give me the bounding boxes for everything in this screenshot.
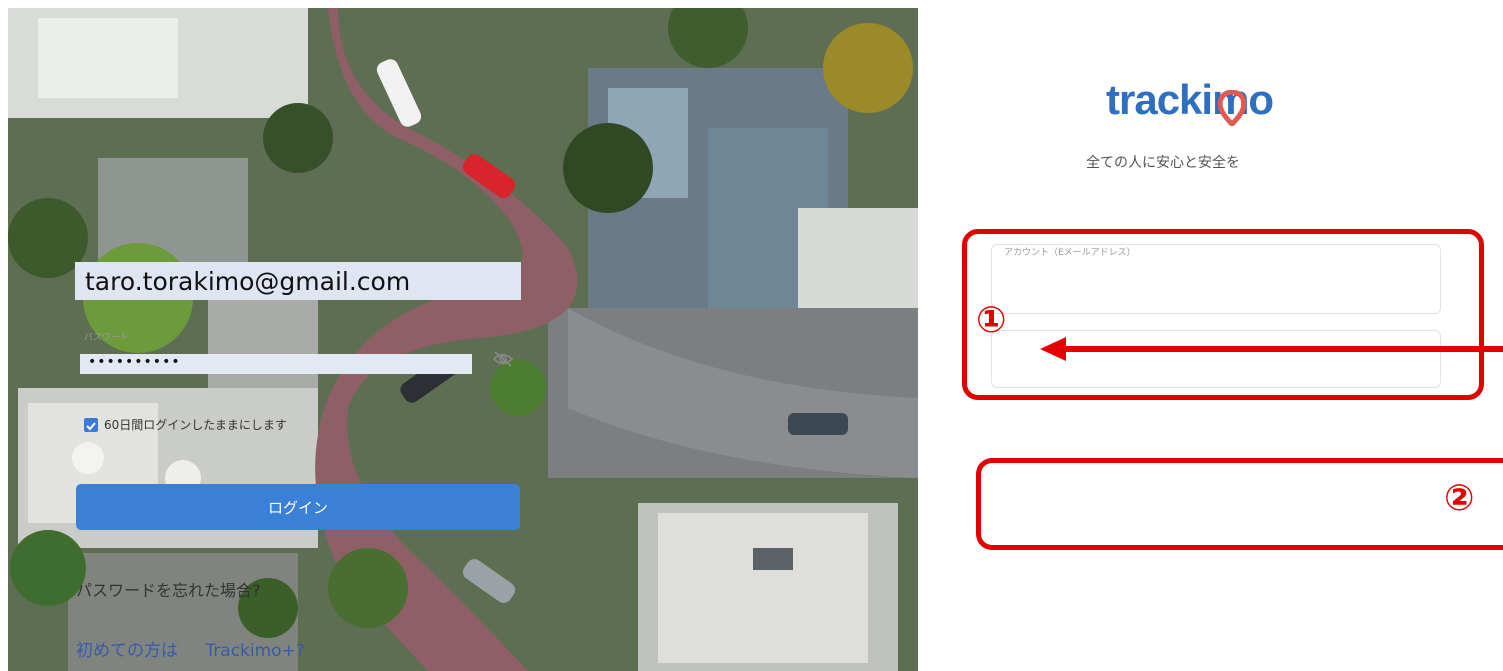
annotation-box-step1 [962,229,1484,400]
annotation-step1-number: ① [976,300,1007,341]
eye-slash-icon[interactable] [492,350,514,368]
remember-checkbox[interactable] [84,418,98,432]
checkmark-icon [86,422,96,431]
forgot-password-link[interactable]: パスワードを忘れた場合? [76,577,261,601]
signup-prefix: 初めての方は [76,641,178,661]
location-pin-icon [1218,90,1246,126]
tagline: 全ての人に安心と安全を [1086,155,1240,171]
annotation-arrow-icon [1040,337,1503,361]
trackimo-logo: trackimo [1106,76,1274,123]
annotation-step2-number: ② [1444,478,1475,519]
login-button[interactable]: ログイン [76,484,520,530]
password-label: パスワード [84,333,130,343]
password-input[interactable]: •••••••••• [80,354,472,374]
email-input[interactable] [75,262,521,300]
signup-link[interactable]: Trackimo+? [205,641,304,661]
signup-row: 初めての方は Trackimo+? [76,636,305,661]
background-aerial-photo [8,8,918,671]
remember-label: 60日間ログインしたままにします [104,418,287,432]
annotation-box-step2 [976,458,1503,550]
